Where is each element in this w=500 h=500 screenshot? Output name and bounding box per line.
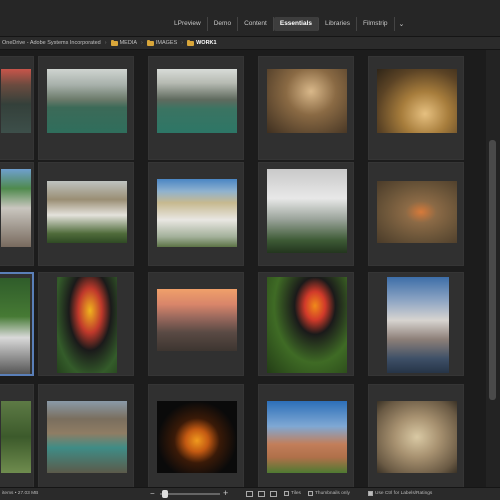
thumbnail-image — [57, 277, 117, 373]
thumbnails-only-label: Thumbnails only — [315, 491, 350, 496]
folder-icon — [110, 39, 118, 46]
thumbnail-image — [377, 69, 457, 133]
thumbnail-cell[interactable] — [0, 162, 34, 266]
thumbnail-image — [47, 181, 127, 243]
content-panel — [0, 50, 486, 487]
content-scrollbar[interactable] — [486, 50, 500, 487]
thumbnail-image — [157, 289, 237, 351]
scrollbar-thumb[interactable] — [489, 140, 496, 400]
tab-libraries[interactable]: Libraries — [319, 17, 357, 31]
tab-content[interactable]: Content — [238, 17, 274, 31]
ctrl-labels-label: Use Ctrl for Labels/Ratings — [375, 491, 433, 496]
tab-demo[interactable]: Demo — [208, 17, 239, 31]
thumbnail-image — [267, 277, 347, 373]
thumbnail-image — [47, 69, 127, 133]
breadcrumb-separator-icon: › — [141, 40, 143, 46]
thumbnail-image — [377, 181, 457, 243]
thumbnail-cell[interactable] — [0, 384, 34, 487]
tab-filmstrip[interactable]: Filmstrip — [357, 17, 395, 31]
grid-view-icon[interactable] — [246, 491, 253, 497]
thumbnail-cell[interactable] — [368, 56, 464, 160]
bottom-bar: items • 27.03 MB − + Tiles Thumbnails on… — [0, 487, 500, 500]
thumbnail-cell[interactable] — [368, 384, 464, 487]
thumbnail-cell[interactable] — [258, 56, 354, 160]
workspace-bar: LPreview Demo Content Essentials Librari… — [0, 0, 500, 36]
thumbnail-image — [0, 278, 30, 374]
thumbnail-image — [267, 69, 347, 133]
chevron-down-icon[interactable]: ⌄ — [395, 20, 409, 28]
breadcrumb-separator-icon: › — [181, 40, 184, 46]
folder-icon — [187, 39, 195, 46]
tab-lpreview[interactable]: LPreview — [168, 17, 208, 31]
details-view-icon[interactable] — [258, 491, 265, 497]
thumbnail-image — [157, 69, 237, 133]
thumbnail-image — [47, 401, 127, 473]
tab-essentials[interactable]: Essentials — [273, 17, 320, 31]
thumbnail-cell[interactable] — [148, 56, 244, 160]
breadcrumb-item-images[interactable]: › IMAGES — [137, 39, 177, 46]
breadcrumb-item-media[interactable]: › MEDIA — [101, 39, 137, 46]
status-text: items • 27.03 MB — [2, 491, 39, 496]
thumbnail-cell[interactable] — [38, 162, 134, 266]
thumbnail-cell[interactable] — [148, 272, 244, 376]
checkbox-checked-icon[interactable] — [368, 491, 373, 496]
slider-handle[interactable] — [161, 490, 168, 498]
thumbnail-cell-selected[interactable] — [0, 272, 34, 376]
thumbnail-image — [157, 179, 237, 247]
breadcrumb: OneDrive - Adobe Systems Incorporated › … — [0, 36, 500, 50]
thumbnail-size-slider[interactable] — [160, 490, 220, 498]
thumbnail-image — [387, 277, 449, 373]
tiles-label: Tiles — [291, 491, 301, 496]
thumbnail-cell[interactable] — [258, 384, 354, 487]
tiles-checkbox[interactable]: Tiles — [284, 491, 301, 496]
thumbnail-cell[interactable] — [148, 384, 244, 487]
folder-icon — [146, 39, 154, 46]
thumbnail-image — [267, 401, 347, 473]
thumbnail-cell[interactable] — [38, 56, 134, 160]
breadcrumb-separator-icon: › — [104, 40, 107, 46]
ctrl-labels-checkbox[interactable]: Use Ctrl for Labels/Ratings — [368, 491, 432, 496]
checkbox-icon[interactable] — [308, 491, 313, 496]
thumbnail-cell[interactable] — [38, 384, 134, 487]
thumbnail-cell[interactable] — [258, 162, 354, 266]
breadcrumb-item-work1[interactable]: › WORK1 — [177, 39, 217, 46]
thumbnail-image — [1, 69, 31, 133]
thumbnail-image — [157, 401, 237, 473]
thumbnail-image — [1, 169, 31, 247]
list-view-icon[interactable] — [270, 491, 277, 497]
workspace-tabs: LPreview Demo Content Essentials Librari… — [168, 16, 408, 32]
thumbnail-image — [377, 401, 457, 473]
thumbnail-cell[interactable] — [258, 272, 354, 376]
thumbnails-only-checkbox[interactable]: Thumbnails only — [308, 491, 350, 496]
thumbnail-cell[interactable] — [148, 162, 244, 266]
breadcrumb-item-onedrive[interactable]: OneDrive - Adobe Systems Incorporated — [2, 40, 101, 46]
thumbnail-cell[interactable] — [38, 272, 134, 376]
zoom-out-icon[interactable]: − — [150, 489, 155, 498]
thumbnail-cell[interactable] — [368, 272, 464, 376]
thumbnail-image — [267, 169, 347, 253]
zoom-in-icon[interactable]: + — [223, 488, 228, 498]
thumbnail-cell[interactable] — [368, 162, 464, 266]
thumbnail-cell[interactable] — [0, 56, 34, 160]
thumbnail-image — [1, 401, 31, 473]
checkbox-icon[interactable] — [284, 491, 289, 496]
